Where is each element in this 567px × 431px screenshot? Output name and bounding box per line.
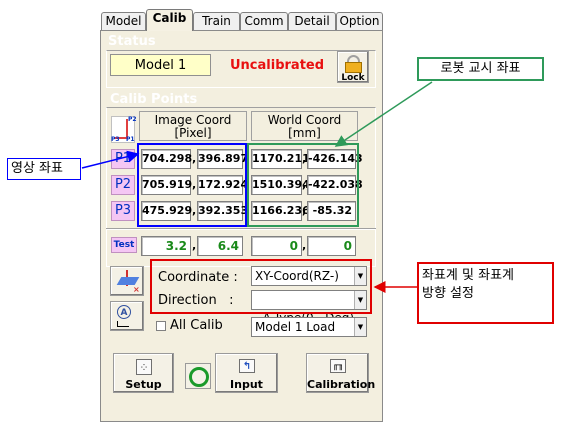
annotation-arrows <box>81 81 433 293</box>
robot-coord-arrow <box>334 81 433 147</box>
tab-calib[interactable]: Calib <box>146 9 193 31</box>
image-coord-arrow <box>81 150 140 169</box>
